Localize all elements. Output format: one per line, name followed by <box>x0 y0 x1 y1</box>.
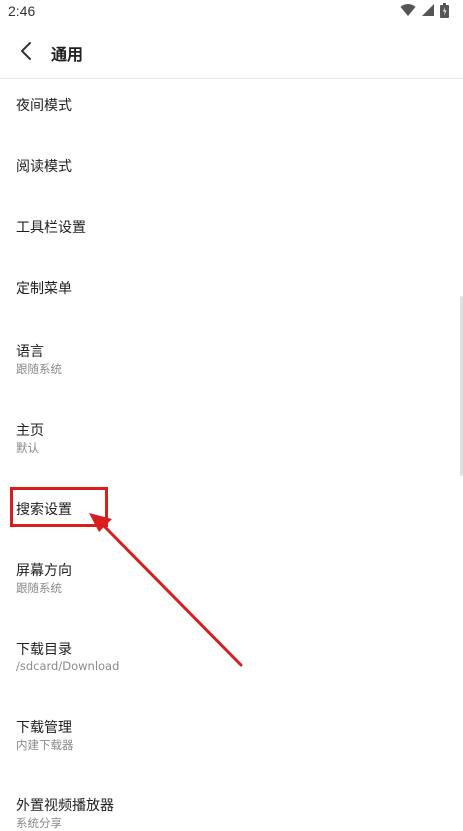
setting-download-directory[interactable]: 下载目录 /sdcard/Download <box>0 621 463 700</box>
setting-value: 默认 <box>16 441 39 455</box>
setting-label: 工具栏设置 <box>16 220 86 236</box>
back-button[interactable] <box>6 31 46 71</box>
setting-label: 主页 <box>16 423 44 439</box>
setting-label: 屏幕方向 <box>16 563 72 579</box>
setting-label: 夜间模式 <box>16 98 72 114</box>
app-toolbar: 通用 <box>0 24 463 79</box>
page-title: 通用 <box>51 45 84 64</box>
setting-reading-mode[interactable]: 阅读模式 <box>0 140 463 201</box>
setting-toolbar[interactable]: 工具栏设置 <box>0 201 463 262</box>
setting-label: 定制菜单 <box>16 281 72 297</box>
wifi-icon <box>400 4 416 17</box>
status-time: 2:46 <box>8 3 36 19</box>
setting-label: 语言 <box>16 344 44 360</box>
status-icons <box>400 3 449 19</box>
setting-label: 阅读模式 <box>16 159 72 175</box>
setting-value: 系统分享 <box>16 816 62 830</box>
setting-language[interactable]: 语言 跟随系统 <box>0 323 463 402</box>
setting-label: 下载管理 <box>16 720 72 736</box>
setting-value: /sdcard/Download <box>16 659 120 673</box>
signal-icon <box>421 4 434 16</box>
setting-label: 下载目录 <box>16 642 72 658</box>
setting-value: 跟随系统 <box>16 581 62 595</box>
highlight-box <box>10 487 108 527</box>
setting-external-video-player[interactable]: 外置视频播放器 系统分享 <box>0 779 463 830</box>
setting-value: 跟随系统 <box>16 362 62 376</box>
setting-night-mode[interactable]: 夜间模式 <box>0 79 463 140</box>
setting-value: 内建下载器 <box>16 738 74 752</box>
setting-custom-menu[interactable]: 定制菜单 <box>0 262 463 323</box>
setting-screen-orientation[interactable]: 屏幕方向 跟随系统 <box>0 542 463 621</box>
setting-download-manager[interactable]: 下载管理 内建下载器 <box>0 700 463 779</box>
status-bar: 2:46 <box>0 0 463 24</box>
chevron-left-icon <box>21 42 31 60</box>
setting-homepage[interactable]: 主页 默认 <box>0 402 463 481</box>
battery-icon <box>440 3 449 18</box>
setting-label: 外置视频播放器 <box>16 798 114 814</box>
